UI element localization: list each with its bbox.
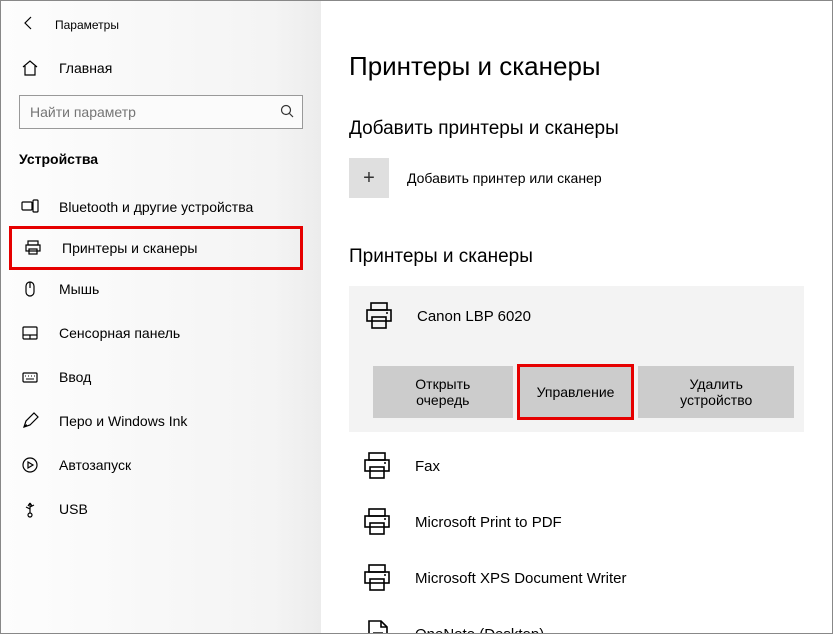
plus-icon: + [349,158,389,198]
printer-icon [357,502,397,542]
printer-actions: Открыть очередь Управление Удалить устро… [359,366,794,418]
sidebar-item-label: Bluetooth и другие устройства [59,199,253,215]
main-pane: Принтеры и сканеры Добавить принтеры и с… [321,1,832,633]
search-icon [280,104,294,121]
pen-icon [21,412,41,430]
search-field[interactable] [30,104,280,120]
window-title: Параметры [55,18,119,32]
autoplay-icon [21,456,41,474]
printer-item[interactable]: OneNote (Desktop) [349,606,804,633]
sidebar-item-label: Ввод [59,369,91,385]
printer-icon [24,239,44,257]
sidebar-item-usb[interactable]: USB [1,487,321,531]
sidebar-item-label: Автозапуск [59,457,131,473]
mouse-icon [21,280,41,298]
sidebar: Параметры Главная Устройства Bluetoo [1,1,321,633]
printer-icon [359,296,399,336]
page-title: Принтеры и сканеры [349,51,804,82]
open-queue-button[interactable]: Открыть очередь [373,366,513,418]
sidebar-item-typing[interactable]: Ввод [1,355,321,399]
keyboard-icon [21,368,41,386]
sidebar-item-label: Мышь [59,281,99,297]
devices-icon [21,198,41,216]
sidebar-home[interactable]: Главная [1,49,321,87]
home-icon [21,59,41,77]
printer-item-selected[interactable]: Canon LBP 6020 Открыть очередь Управлени… [349,286,804,432]
settings-window: Параметры Главная Устройства Bluetoo [1,1,832,633]
sidebar-item-touchpad[interactable]: Сенсорная панель [1,311,321,355]
remove-device-button[interactable]: Удалить устройство [638,366,794,418]
add-printer-label: Добавить принтер или сканер [407,170,602,186]
sidebar-section-heading: Устройства [1,143,321,177]
printer-item[interactable]: Fax [349,438,804,494]
sidebar-item-pen[interactable]: Перо и Windows Ink [1,399,321,443]
add-heading: Добавить принтеры и сканеры [349,118,804,140]
sidebar-nav: Bluetooth и другие устройства Принтеры и… [1,177,321,531]
printer-item[interactable]: Microsoft XPS Document Writer [349,550,804,606]
sidebar-item-mouse[interactable]: Мышь [1,267,321,311]
printer-name: Canon LBP 6020 [417,308,531,325]
printer-name: Fax [415,458,440,475]
printer-list: Canon LBP 6020 Открыть очередь Управлени… [349,286,804,633]
search-input[interactable] [19,95,303,129]
add-printer-button[interactable]: + Добавить принтер или сканер [349,158,804,198]
sidebar-home-label: Главная [59,60,112,76]
sidebar-item-label: Перо и Windows Ink [59,413,187,429]
manage-button[interactable]: Управление [519,366,633,418]
printer-name: Microsoft Print to PDF [415,514,562,531]
sidebar-item-printers[interactable]: Принтеры и сканеры [9,226,303,270]
usb-icon [21,500,41,518]
printer-item[interactable]: Microsoft Print to PDF [349,494,804,550]
printer-name: OneNote (Desktop) [415,626,544,634]
document-icon [357,614,397,633]
sidebar-item-bluetooth[interactable]: Bluetooth и другие устройства [1,185,321,229]
printer-name: Microsoft XPS Document Writer [415,570,626,587]
printer-icon [357,558,397,598]
sidebar-item-label: Сенсорная панель [59,325,180,341]
touchpad-icon [21,324,41,342]
list-heading: Принтеры и сканеры [349,246,804,268]
printer-icon [357,446,397,486]
sidebar-item-label: USB [59,501,88,517]
search-wrap [1,87,321,143]
back-icon[interactable] [21,15,37,35]
titlebar: Параметры [1,9,321,49]
sidebar-item-label: Принтеры и сканеры [62,240,197,256]
sidebar-item-autoplay[interactable]: Автозапуск [1,443,321,487]
